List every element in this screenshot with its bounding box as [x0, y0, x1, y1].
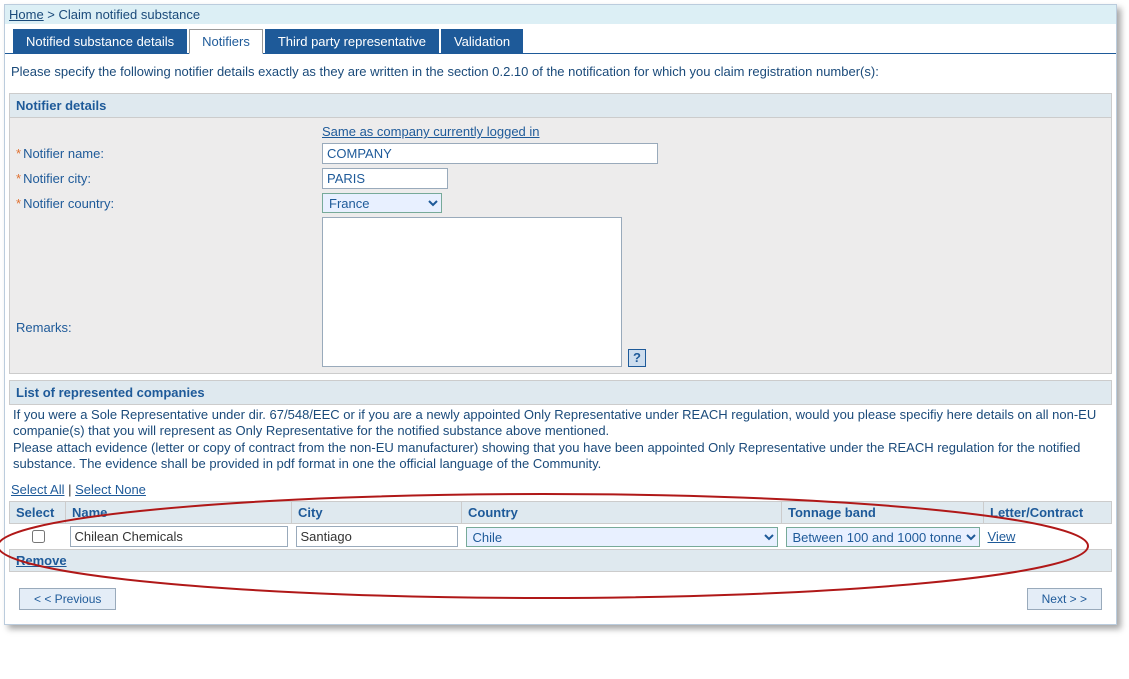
next-button[interactable]: Next > > — [1027, 588, 1102, 610]
col-header-letter: Letter/Contract — [984, 502, 1112, 524]
breadcrumb-current: Claim notified substance — [59, 7, 201, 22]
col-header-name: Name — [66, 502, 292, 524]
col-header-country: Country — [462, 502, 782, 524]
notifier-name-input[interactable] — [322, 143, 658, 164]
breadcrumb: Home > Claim notified substance — [5, 5, 1116, 24]
tab-validation[interactable]: Validation — [441, 29, 523, 54]
notifier-country-label: *Notifier country: — [16, 193, 322, 211]
same-as-company-link[interactable]: Same as company currently logged in — [322, 124, 540, 139]
tab-notified-substance-details[interactable]: Notified substance details — [13, 29, 187, 54]
tab-third-party-representative[interactable]: Third party representative — [265, 29, 439, 54]
remove-link[interactable]: Remove — [16, 553, 67, 568]
table-header-row: Select Name City Country Tonnage band Le… — [10, 502, 1112, 524]
notifier-details-body: Same as company currently logged in *Not… — [9, 118, 1112, 374]
represented-companies-panel: List of represented companies If you wer… — [9, 380, 1112, 572]
notifier-city-input[interactable] — [322, 168, 448, 189]
col-header-city: City — [292, 502, 462, 524]
tab-notifiers[interactable]: Notifiers — [189, 29, 263, 54]
row-country-select[interactable]: Chile — [466, 527, 778, 547]
row-city-input[interactable] — [296, 526, 458, 547]
col-header-tonnage: Tonnage band — [782, 502, 984, 524]
app-window: Home > Claim notified substance Notified… — [4, 4, 1117, 625]
row-select-checkbox[interactable] — [32, 530, 45, 543]
select-all-link[interactable]: Select All — [11, 482, 64, 497]
remarks-textarea[interactable] — [322, 217, 622, 367]
notifier-city-label: *Notifier city: — [16, 168, 322, 186]
col-header-select: Select — [10, 502, 66, 524]
intro-text: Please specify the following notifier de… — [5, 54, 1116, 93]
select-links: Select All | Select None — [9, 478, 1112, 501]
remarks-label: Remarks: — [16, 250, 322, 335]
table-row: Chile Between 100 and 1000 tonnes/year V… — [10, 524, 1112, 550]
previous-button[interactable]: < < Previous — [19, 588, 116, 610]
row-name-input[interactable] — [70, 526, 288, 547]
breadcrumb-sep: > — [44, 7, 59, 22]
select-none-link[interactable]: Select None — [75, 482, 146, 497]
nav-buttons: < < Previous Next > > — [5, 578, 1116, 624]
notifier-name-label: *Notifier name: — [16, 143, 322, 161]
row-tonnage-select[interactable]: Between 100 and 1000 tonnes/year — [786, 527, 980, 547]
notifier-country-select[interactable]: France — [322, 193, 442, 213]
notifier-details-header: Notifier details — [9, 93, 1112, 118]
companies-table: Select Name City Country Tonnage band Le… — [9, 501, 1112, 549]
help-icon[interactable]: ? — [628, 349, 646, 367]
remove-bar: Remove — [9, 549, 1112, 572]
represented-companies-explain: If you were a Sole Representative under … — [9, 405, 1112, 478]
breadcrumb-home[interactable]: Home — [9, 7, 44, 22]
represented-companies-header: List of represented companies — [9, 380, 1112, 405]
row-letter-view-link[interactable]: View — [988, 529, 1016, 544]
notifier-details-panel: Notifier details Same as company current… — [9, 93, 1112, 374]
tab-bar: Notified substance details Notifiers Thi… — [5, 28, 1116, 54]
